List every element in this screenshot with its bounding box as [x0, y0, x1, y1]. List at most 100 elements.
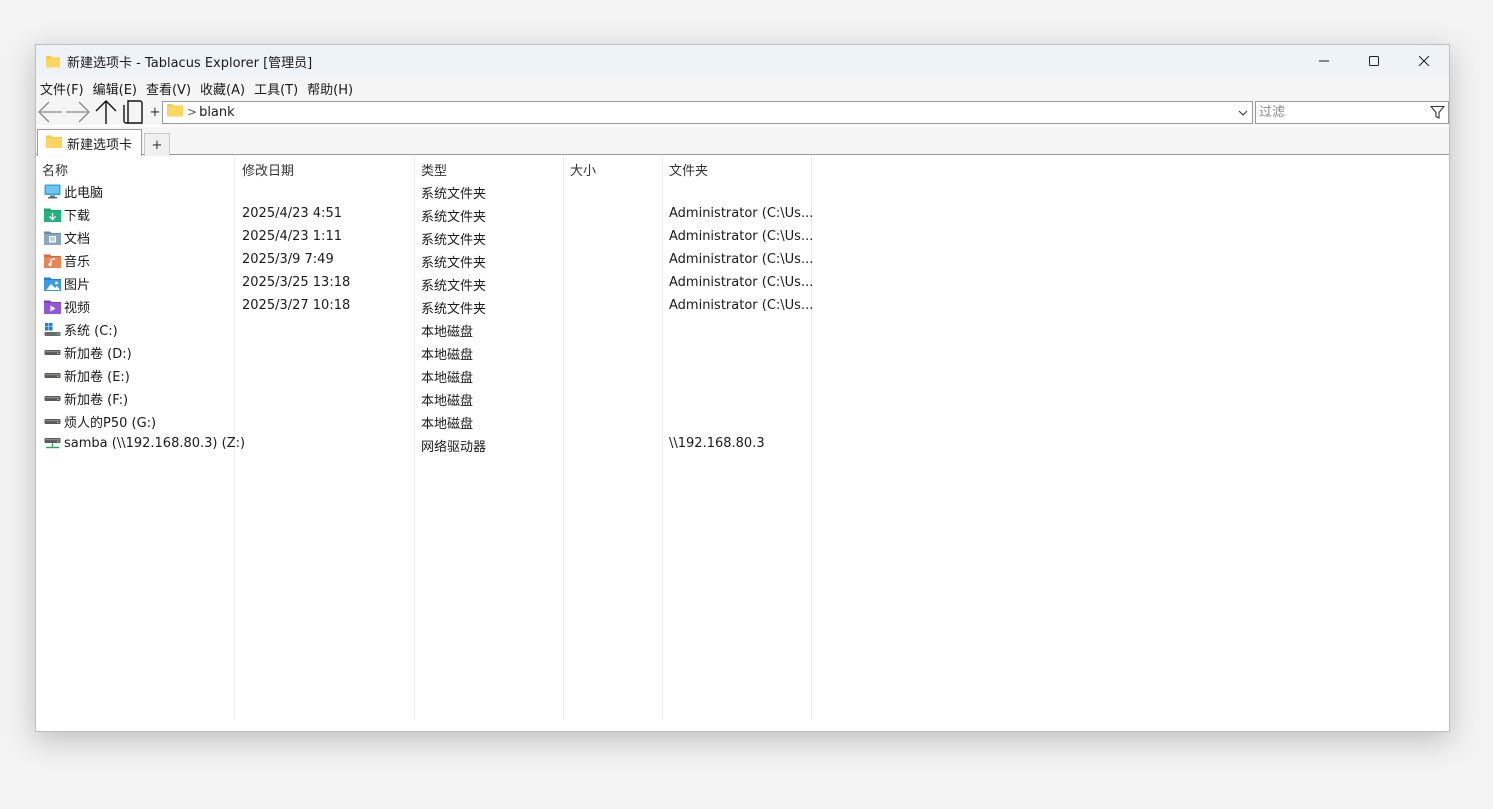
- column-header-size[interactable]: 大小: [570, 160, 596, 179]
- cell-type: 本地磁盘: [421, 394, 474, 409]
- cell-modified: 2025/3/9 7:49: [242, 252, 334, 267]
- cell-type: 系统文件夹: [421, 256, 487, 271]
- address-path[interactable]: blank: [199, 105, 235, 120]
- cell-name[interactable]: 新加卷 (D:): [44, 343, 132, 362]
- cell-type: 系统文件夹: [421, 210, 487, 225]
- table-row[interactable]: 新加卷 (D:) 本地磁盘: [36, 341, 1449, 364]
- cell-name[interactable]: 此电脑: [44, 182, 103, 201]
- column-header-row: 名称 修改日期 类型 大小 文件夹: [36, 156, 1449, 180]
- title-bar[interactable]: 新建选项卡 - Tablacus Explorer [管理员]: [36, 45, 1449, 77]
- cell-name[interactable]: 音乐: [44, 251, 90, 270]
- pictures-folder-icon: [44, 276, 61, 292]
- table-row[interactable]: 下载 2025/4/23 4:51 系统文件夹 Administrator (C:\U…: [36, 203, 1449, 226]
- add-tab-button[interactable]: +: [144, 133, 170, 156]
- maximize-button[interactable]: [1349, 45, 1399, 77]
- column-header-folder[interactable]: 文件夹: [669, 160, 708, 179]
- system-drive-icon: [44, 322, 61, 338]
- up-button[interactable]: [92, 99, 120, 125]
- app-folder-icon: [45, 53, 61, 69]
- row-name-label: samba (\\192.168.80.3) (Z:): [64, 435, 246, 451]
- menu-tools[interactable]: 工具(T): [254, 79, 303, 98]
- cell-type: 系统文件夹: [421, 187, 487, 202]
- row-name-label: 文档: [64, 232, 91, 247]
- tab-new[interactable]: 新建选项卡: [37, 129, 142, 156]
- cell-name[interactable]: 文档: [44, 228, 90, 247]
- menu-edit[interactable]: 编辑(E): [93, 79, 142, 98]
- row-name-label: 下载: [64, 209, 91, 224]
- cell-type: 本地磁盘: [421, 348, 474, 363]
- row-name-label: 新加卷 (E:): [64, 370, 130, 385]
- table-row[interactable]: 此电脑 系统文件夹: [36, 180, 1449, 203]
- cell-type: 系统文件夹: [421, 279, 487, 294]
- cell-type: 本地磁盘: [421, 371, 474, 386]
- row-name-label: 图片: [64, 278, 91, 293]
- row-name-label: 烦人的P50 (G:): [64, 416, 157, 431]
- close-button[interactable]: [1399, 45, 1449, 77]
- row-name-label: 此电脑: [64, 186, 104, 201]
- cell-name[interactable]: samba (\\192.168.80.3) (Z:): [44, 435, 245, 451]
- table-row[interactable]: 图片 2025/3/25 13:18 系统文件夹 Administrator (C:\…: [36, 272, 1449, 295]
- back-arrow-icon: [38, 101, 62, 123]
- chevron-down-icon: [1238, 110, 1248, 116]
- tab-folder-icon: [46, 135, 62, 152]
- close-icon: [1419, 56, 1429, 66]
- column-header-type[interactable]: 类型: [421, 160, 447, 179]
- explorer-window: 新建选项卡 - Tablacus Explorer [管理员] 文件(F) 编辑…: [35, 44, 1450, 732]
- table-row[interactable]: 系统 (C:) 本地磁盘: [36, 318, 1449, 341]
- cell-name[interactable]: 系统 (C:): [44, 320, 118, 339]
- forward-button[interactable]: [64, 99, 92, 125]
- cell-name[interactable]: 新加卷 (E:): [44, 366, 130, 385]
- documents-folder-icon: [44, 230, 61, 246]
- cell-type: 系统文件夹: [421, 302, 487, 317]
- cell-name[interactable]: 烦人的P50 (G:): [44, 412, 156, 431]
- table-row[interactable]: 文档 2025/4/23 1:11 系统文件夹 Administrator (C:\U…: [36, 226, 1449, 249]
- cell-type: 网络驱动器: [421, 440, 487, 455]
- menu-favorites[interactable]: 收藏(A): [200, 79, 250, 98]
- address-separator[interactable]: >: [187, 105, 197, 119]
- filter-funnel-icon[interactable]: [1429, 105, 1446, 124]
- toolbar: + > blank: [36, 99, 1449, 125]
- address-dropdown-button[interactable]: [1236, 105, 1250, 121]
- row-name-label: 音乐: [64, 255, 91, 270]
- table-row[interactable]: 新加卷 (F:) 本地磁盘: [36, 387, 1449, 410]
- cell-name[interactable]: 视频: [44, 297, 90, 316]
- network-drive-icon: [44, 435, 61, 451]
- maximize-icon: [1369, 56, 1379, 66]
- table-row[interactable]: 新加卷 (E:) 本地磁盘: [36, 364, 1449, 387]
- cell-folder: Administrator (C:\Us...: [669, 206, 814, 221]
- copy-icon: [123, 100, 143, 124]
- cell-modified: 2025/3/27 10:18: [242, 298, 351, 313]
- filter-input[interactable]: [1259, 102, 1419, 122]
- cell-folder: Administrator (C:\Us...: [669, 275, 814, 290]
- row-name-label: 新加卷 (F:): [64, 393, 129, 408]
- column-header-name[interactable]: 名称: [42, 160, 68, 179]
- window-title: 新建选项卡 - Tablacus Explorer [管理员]: [67, 55, 313, 71]
- videos-folder-icon: [44, 299, 61, 315]
- cell-name[interactable]: 图片: [44, 274, 90, 293]
- cell-type: 系统文件夹: [421, 233, 487, 248]
- table-row[interactable]: 视频 2025/3/27 10:18 系统文件夹 Administrator (C:\…: [36, 295, 1449, 318]
- column-header-modified[interactable]: 修改日期: [242, 160, 294, 179]
- cell-name[interactable]: 新加卷 (F:): [44, 389, 128, 408]
- row-name-label: 视频: [64, 301, 91, 316]
- tab-label: 新建选项卡: [67, 137, 133, 153]
- address-bar[interactable]: > blank: [162, 100, 1253, 124]
- cell-name[interactable]: 下载: [44, 205, 90, 224]
- file-list[interactable]: 名称 修改日期 类型 大小 文件夹 此电脑 系统文件夹 下载 2025/4/23 4:…: [36, 156, 1449, 731]
- back-button[interactable]: [36, 99, 64, 125]
- menu-file[interactable]: 文件(F): [40, 79, 89, 98]
- table-row[interactable]: 音乐 2025/3/9 7:49 系统文件夹 Administrator (C:\Us…: [36, 249, 1449, 272]
- table-row[interactable]: samba (\\192.168.80.3) (Z:) 网络驱动器 \\192.16…: [36, 433, 1449, 456]
- downloads-folder-icon: [44, 207, 61, 223]
- table-row[interactable]: 烦人的P50 (G:) 本地磁盘: [36, 410, 1449, 433]
- drive-icon: [44, 391, 61, 407]
- cell-folder: \\192.168.80.3: [669, 436, 765, 451]
- filter-box[interactable]: [1255, 100, 1449, 124]
- minimize-button[interactable]: [1299, 45, 1349, 77]
- menu-bar: 文件(F) 编辑(E) 查看(V) 收藏(A) 工具(T) 帮助(H): [36, 77, 1449, 99]
- cell-folder: Administrator (C:\Us...: [669, 229, 814, 244]
- menu-view[interactable]: 查看(V): [146, 79, 196, 98]
- menu-help[interactable]: 帮助(H): [307, 79, 358, 98]
- new-tab-plus[interactable]: +: [149, 105, 161, 120]
- copy-button[interactable]: [120, 99, 148, 125]
